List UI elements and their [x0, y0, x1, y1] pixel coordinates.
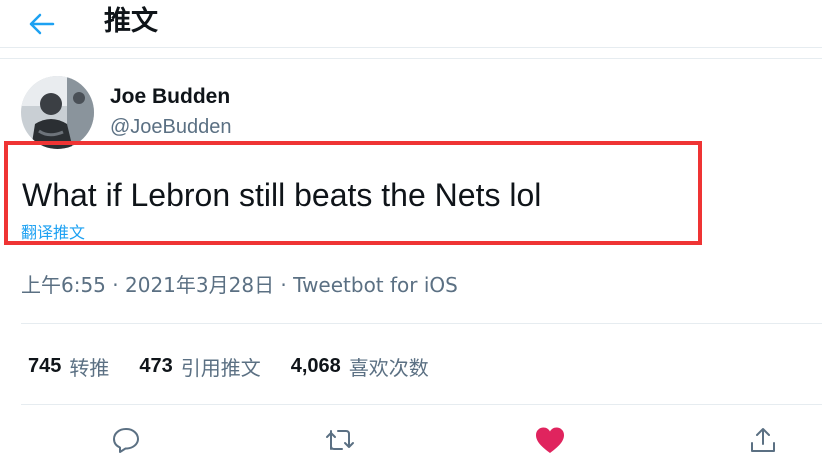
- tweet-actions: [0, 418, 822, 462]
- divider: [21, 404, 822, 405]
- back-button[interactable]: [24, 6, 60, 42]
- meta-separator: ·: [105, 273, 125, 297]
- author-handle[interactable]: @JoeBudden: [110, 114, 232, 140]
- quotes-count: 473: [139, 354, 173, 377]
- meta-separator: ·: [274, 273, 294, 297]
- tweet-time: 上午6:55: [21, 273, 106, 297]
- top-header: 推文: [0, 0, 822, 48]
- divider: [21, 323, 822, 324]
- reply-icon: [113, 428, 139, 453]
- like-button[interactable]: [528, 418, 572, 462]
- tweet-meta: 上午6:55 · 2021年3月28日 · Tweetbot for iOS: [21, 271, 458, 299]
- avatar[interactable]: [21, 76, 94, 149]
- likes-label: 喜欢次数: [348, 355, 429, 380]
- reply-button[interactable]: [104, 418, 148, 462]
- avatar-photo: [21, 76, 94, 149]
- retweet-button[interactable]: [318, 418, 362, 462]
- share-icon: [751, 428, 775, 452]
- quotes-stat[interactable]: 473 引用推文: [139, 352, 260, 381]
- tweet-source-link[interactable]: Tweetbot for iOS: [293, 273, 458, 297]
- retweets-label: 转推: [69, 355, 110, 380]
- share-button[interactable]: [741, 418, 785, 462]
- header-divider: [0, 58, 822, 59]
- quotes-label: 引用推文: [180, 355, 261, 380]
- retweets-stat[interactable]: 745 转推: [28, 352, 109, 381]
- translate-tweet-link[interactable]: 翻译推文: [21, 222, 85, 244]
- heart-icon: [536, 427, 564, 453]
- tweet-date: 2021年3月28日: [125, 273, 275, 297]
- tweet-text: What if Lebron still beats the Nets lol: [22, 177, 542, 213]
- likes-stat[interactable]: 4,068 喜欢次数: [291, 352, 429, 381]
- tweet-stats: 745 转推 473 引用推文 4,068 喜欢次数: [28, 350, 459, 382]
- author-display-name[interactable]: Joe Budden: [110, 84, 230, 110]
- page-title: 推文: [104, 6, 158, 37]
- retweets-count: 745: [28, 354, 62, 377]
- retweet-icon: [326, 430, 354, 450]
- likes-count: 4,068: [290, 354, 341, 377]
- arrow-left-icon: [29, 13, 55, 35]
